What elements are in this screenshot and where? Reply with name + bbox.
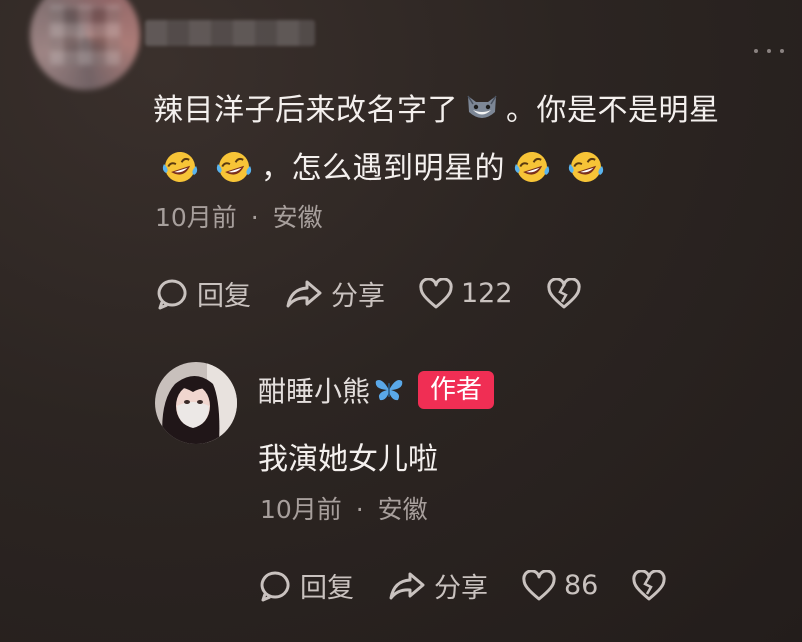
- reply-username[interactable]: 酣睡小熊: [258, 370, 370, 410]
- meta-separator: ·: [250, 203, 259, 232]
- comment-text: 辣目洋子后来改名字了 。你是不是明星 ，怎么遇到明星的: [153, 82, 793, 198]
- comment-time: 10月前: [155, 203, 237, 232]
- reply-label: 回复: [300, 573, 354, 604]
- heart-icon: [419, 277, 453, 308]
- broken-heart-icon: [546, 277, 581, 308]
- butterfly-icon: [375, 380, 403, 401]
- share-label: 分享: [331, 281, 385, 312]
- author-badge: 作者: [418, 371, 495, 409]
- reply-avatar[interactable]: [155, 362, 237, 444]
- more-options-icon[interactable]: [754, 46, 784, 56]
- share-arrow-icon: [389, 572, 425, 599]
- meta-separator: ·: [355, 495, 364, 524]
- laugh-emoji-icon: [161, 146, 199, 182]
- comment-text-part2: 。你是不是明星: [506, 93, 720, 128]
- like-button[interactable]: 122: [419, 277, 513, 310]
- dislike-button[interactable]: [546, 277, 589, 310]
- laugh-emoji-icon: [513, 146, 551, 182]
- comment-text-part1: 辣目洋子后来改名字了: [153, 93, 458, 128]
- laugh-emoji-icon: [567, 146, 605, 182]
- dislike-button[interactable]: [632, 569, 674, 602]
- like-count: 122: [461, 278, 513, 309]
- comment-meta: 10月前 · 安徽: [155, 198, 323, 234]
- reply-meta: 10月前 · 安徽: [260, 490, 428, 526]
- share-button[interactable]: 分享: [285, 274, 385, 313]
- reply-text: 我演她女儿啦: [258, 442, 438, 477]
- commenter-name-blurred[interactable]: [145, 20, 315, 46]
- like-count: 86: [564, 570, 599, 601]
- broken-heart-icon: [632, 569, 666, 600]
- reply-button[interactable]: 回复: [258, 566, 354, 605]
- reply-bubble-icon: [260, 571, 290, 601]
- reply-location: 安徽: [377, 495, 428, 524]
- reply-time: 10月前: [260, 495, 342, 524]
- reply-bubble-icon: [157, 279, 187, 309]
- comment-location: 安徽: [272, 203, 323, 232]
- heart-icon: [522, 569, 556, 600]
- cat-emoji-icon: [464, 86, 500, 118]
- reply-label: 回复: [197, 281, 251, 312]
- share-label: 分享: [434, 573, 488, 604]
- reply-user-row: 酣睡小熊 作者: [258, 370, 495, 410]
- laugh-emoji-icon: [215, 146, 253, 182]
- commenter-avatar-blurred[interactable]: [30, 0, 140, 90]
- share-button[interactable]: 分享: [388, 566, 488, 605]
- reply-actions: 回复 分享 86: [258, 566, 708, 605]
- like-button[interactable]: 86: [522, 569, 599, 602]
- reply-button[interactable]: 回复: [155, 274, 251, 313]
- comment-actions: 回复 分享 122: [155, 274, 623, 313]
- share-arrow-icon: [286, 280, 322, 307]
- comment-text-part3: ，怎么遇到明星的: [261, 151, 505, 186]
